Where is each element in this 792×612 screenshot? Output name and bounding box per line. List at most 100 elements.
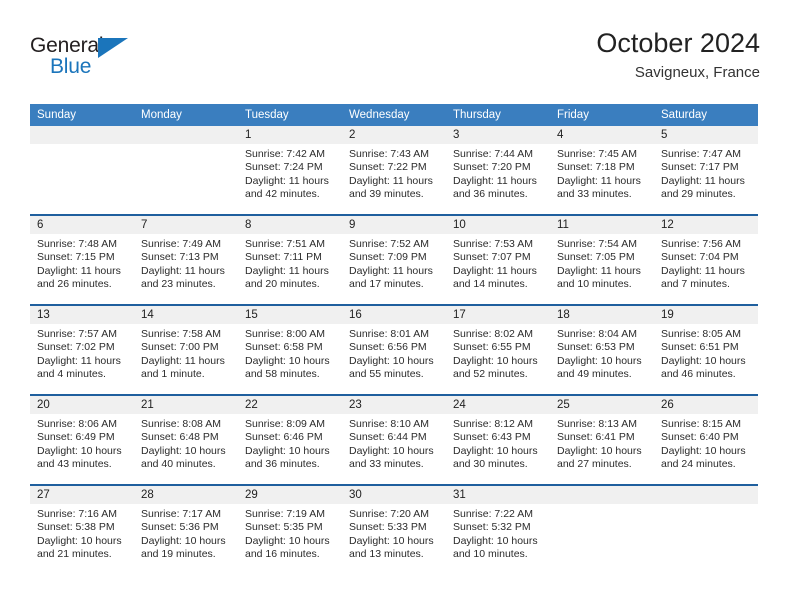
daylight-duration-line1: Daylight: 10 hours <box>349 534 434 547</box>
day-number: 13 <box>37 309 50 321</box>
sunset-time: Sunset: 6:41 PM <box>557 431 635 444</box>
calendar-day-cell[interactable]: 1 Sunrise: 7:42 AM Sunset: 7:24 PM Daylight… <box>238 126 342 214</box>
day-details: Sunrise: 7:51 AM Sunset: 7:11 PM Daylight:… <box>238 234 342 304</box>
calendar-day-cell[interactable]: 2 Sunrise: 7:43 AM Sunset: 7:22 PM Daylight… <box>342 126 446 214</box>
day-details: Sunrise: 7:19 AM Sunset: 5:35 PM Daylight:… <box>238 504 342 574</box>
calendar-day-cell[interactable]: 25 Sunrise: 8:13 AM Sunset: 6:41 PM Dayligh… <box>550 396 654 484</box>
day-number: 15 <box>245 309 258 321</box>
calendar-day-cell[interactable]: 20 Sunrise: 8:06 AM Sunset: 6:49 PM Dayligh… <box>30 396 134 484</box>
calendar-day-cell[interactable]: 13 Sunrise: 7:57 AM Sunset: 7:02 PM Dayligh… <box>30 306 134 394</box>
weekday-header-friday: Friday <box>557 109 589 121</box>
calendar-day-cell[interactable]: 11 Sunrise: 7:54 AM Sunset: 7:05 PM Dayligh… <box>550 216 654 304</box>
day-number: 3 <box>453 129 460 141</box>
daylight-duration-line2: and 21 minutes. <box>37 548 112 561</box>
calendar-week-row: 6 Sunrise: 7:48 AM Sunset: 7:15 PM Daylight… <box>30 214 758 304</box>
day-number: 4 <box>557 129 564 141</box>
daylight-duration-line2: and 33 minutes. <box>557 188 632 201</box>
calendar-day-cell[interactable]: 23 Sunrise: 8:10 AM Sunset: 6:44 PM Dayligh… <box>342 396 446 484</box>
sunrise-time: Sunrise: 7:45 AM <box>557 148 637 160</box>
day-details: Sunrise: 7:45 AM Sunset: 7:18 PM Daylight:… <box>550 144 654 214</box>
daylight-duration-line1: Daylight: 10 hours <box>245 534 330 547</box>
daylight-duration-line2: and 29 minutes. <box>661 188 736 201</box>
daylight-duration-line2: and 40 minutes. <box>141 458 216 471</box>
calendar-day-cell[interactable]: 15 Sunrise: 8:00 AM Sunset: 6:58 PM Dayligh… <box>238 306 342 394</box>
daylight-duration-line1: Daylight: 10 hours <box>453 534 538 547</box>
day-number: 12 <box>661 219 674 231</box>
calendar-day-cell[interactable]: 9 Sunrise: 7:52 AM Sunset: 7:09 PM Daylight… <box>342 216 446 304</box>
daylight-duration-line1: Daylight: 11 hours <box>245 174 329 187</box>
sunset-time: Sunset: 6:44 PM <box>349 431 427 444</box>
page-title: October 2024 <box>596 28 760 58</box>
sunrise-time: Sunrise: 7:54 AM <box>557 238 637 250</box>
daylight-duration-line1: Daylight: 10 hours <box>37 534 122 547</box>
calendar-day-cell[interactable]: 10 Sunrise: 7:53 AM Sunset: 7:07 PM Dayligh… <box>446 216 550 304</box>
calendar-day-cell[interactable]: 18 Sunrise: 8:04 AM Sunset: 6:53 PM Dayligh… <box>550 306 654 394</box>
calendar-day-cell[interactable]: 8 Sunrise: 7:51 AM Sunset: 7:11 PM Daylight… <box>238 216 342 304</box>
daylight-duration-line1: Daylight: 10 hours <box>661 444 746 457</box>
day-details: Sunrise: 8:15 AM Sunset: 6:40 PM Daylight:… <box>654 414 758 484</box>
day-number: 7 <box>141 219 148 231</box>
weekday-header-monday: Monday <box>141 109 182 121</box>
day-number-band: 31 <box>446 486 550 504</box>
calendar-day-cell[interactable]: 26 Sunrise: 8:15 AM Sunset: 6:40 PM Dayligh… <box>654 396 758 484</box>
calendar-day-cell[interactable]: 21 Sunrise: 8:08 AM Sunset: 6:48 PM Dayligh… <box>134 396 238 484</box>
daylight-duration-line2: and 49 minutes. <box>557 368 632 381</box>
calendar-day-cell[interactable]: 6 Sunrise: 7:48 AM Sunset: 7:15 PM Daylight… <box>30 216 134 304</box>
sunrise-time: Sunrise: 8:05 AM <box>661 328 741 340</box>
calendar-day-cell[interactable]: 22 Sunrise: 8:09 AM Sunset: 6:46 PM Dayligh… <box>238 396 342 484</box>
calendar-day-cell[interactable]: 19 Sunrise: 8:05 AM Sunset: 6:51 PM Dayligh… <box>654 306 758 394</box>
sunrise-time: Sunrise: 7:58 AM <box>141 328 221 340</box>
day-details: Sunrise: 8:08 AM Sunset: 6:48 PM Daylight:… <box>134 414 238 484</box>
calendar-day-cell[interactable]: 12 Sunrise: 7:56 AM Sunset: 7:04 PM Dayligh… <box>654 216 758 304</box>
calendar-day-cell[interactable]: 29 Sunrise: 7:19 AM Sunset: 5:35 PM Dayligh… <box>238 486 342 574</box>
sunrise-time: Sunrise: 7:47 AM <box>661 148 741 160</box>
day-number: 23 <box>349 399 362 411</box>
day-details: Sunrise: 8:12 AM Sunset: 6:43 PM Daylight:… <box>446 414 550 484</box>
day-number-band: 3 <box>446 126 550 144</box>
calendar-day-cell[interactable]: 17 Sunrise: 8:02 AM Sunset: 6:55 PM Dayligh… <box>446 306 550 394</box>
daylight-duration-line1: Daylight: 11 hours <box>349 174 433 187</box>
sunset-time: Sunset: 6:56 PM <box>349 341 427 354</box>
daylight-duration-line1: Daylight: 10 hours <box>37 444 122 457</box>
day-number: 25 <box>557 399 570 411</box>
calendar-day-cell[interactable]: 3 Sunrise: 7:44 AM Sunset: 7:20 PM Daylight… <box>446 126 550 214</box>
sunset-time: Sunset: 7:13 PM <box>141 251 219 264</box>
daylight-duration-line2: and 26 minutes. <box>37 278 112 291</box>
daylight-duration-line2: and 10 minutes. <box>453 548 528 561</box>
daylight-duration-line2: and 52 minutes. <box>453 368 528 381</box>
daylight-duration-line1: Daylight: 11 hours <box>141 264 225 277</box>
calendar-day-cell[interactable]: 27 Sunrise: 7:16 AM Sunset: 5:38 PM Dayligh… <box>30 486 134 574</box>
day-number-band: 27 <box>30 486 134 504</box>
daylight-duration-line1: Daylight: 11 hours <box>453 264 537 277</box>
calendar-day-cell[interactable]: 30 Sunrise: 7:20 AM Sunset: 5:33 PM Dayligh… <box>342 486 446 574</box>
calendar-day-cell[interactable]: 16 Sunrise: 8:01 AM Sunset: 6:56 PM Dayligh… <box>342 306 446 394</box>
sunrise-time: Sunrise: 7:49 AM <box>141 238 221 250</box>
day-number-band: 16 <box>342 306 446 324</box>
sunset-time: Sunset: 5:35 PM <box>245 521 323 534</box>
calendar-day-cell[interactable]: 7 Sunrise: 7:49 AM Sunset: 7:13 PM Daylight… <box>134 216 238 304</box>
calendar-day-cell[interactable]: 31 Sunrise: 7:22 AM Sunset: 5:32 PM Dayligh… <box>446 486 550 574</box>
calendar-week-row: 1 Sunrise: 7:42 AM Sunset: 7:24 PM Daylight… <box>30 126 758 214</box>
calendar-day-cell-empty <box>654 486 758 574</box>
calendar-day-cell[interactable]: 24 Sunrise: 8:12 AM Sunset: 6:43 PM Dayligh… <box>446 396 550 484</box>
sunrise-time: Sunrise: 7:44 AM <box>453 148 533 160</box>
sunset-time: Sunset: 7:04 PM <box>661 251 739 264</box>
sunset-time: Sunset: 7:20 PM <box>453 161 531 174</box>
calendar-day-cell[interactable]: 14 Sunrise: 7:58 AM Sunset: 7:00 PM Dayligh… <box>134 306 238 394</box>
sunset-time: Sunset: 7:22 PM <box>349 161 427 174</box>
calendar-day-cell[interactable]: 5 Sunrise: 7:47 AM Sunset: 7:17 PM Daylight… <box>654 126 758 214</box>
daylight-duration-line2: and 55 minutes. <box>349 368 424 381</box>
day-details: Sunrise: 7:48 AM Sunset: 7:15 PM Daylight:… <box>30 234 134 304</box>
title-block: October 2024 Savigneux, France <box>596 26 760 84</box>
calendar-day-cell[interactable]: 28 Sunrise: 7:17 AM Sunset: 5:36 PM Dayligh… <box>134 486 238 574</box>
sunset-time: Sunset: 7:11 PM <box>245 251 322 264</box>
sunset-time: Sunset: 6:40 PM <box>661 431 739 444</box>
daylight-duration-line1: Daylight: 11 hours <box>557 174 641 187</box>
sunset-time: Sunset: 6:46 PM <box>245 431 323 444</box>
calendar-day-cell[interactable]: 4 Sunrise: 7:45 AM Sunset: 7:18 PM Daylight… <box>550 126 654 214</box>
day-number-band: 30 <box>342 486 446 504</box>
sunrise-time: Sunrise: 8:06 AM <box>37 418 117 430</box>
day-details: Sunrise: 7:22 AM Sunset: 5:32 PM Daylight:… <box>446 504 550 574</box>
daylight-duration-line2: and 10 minutes. <box>557 278 632 291</box>
day-number: 1 <box>245 129 252 141</box>
